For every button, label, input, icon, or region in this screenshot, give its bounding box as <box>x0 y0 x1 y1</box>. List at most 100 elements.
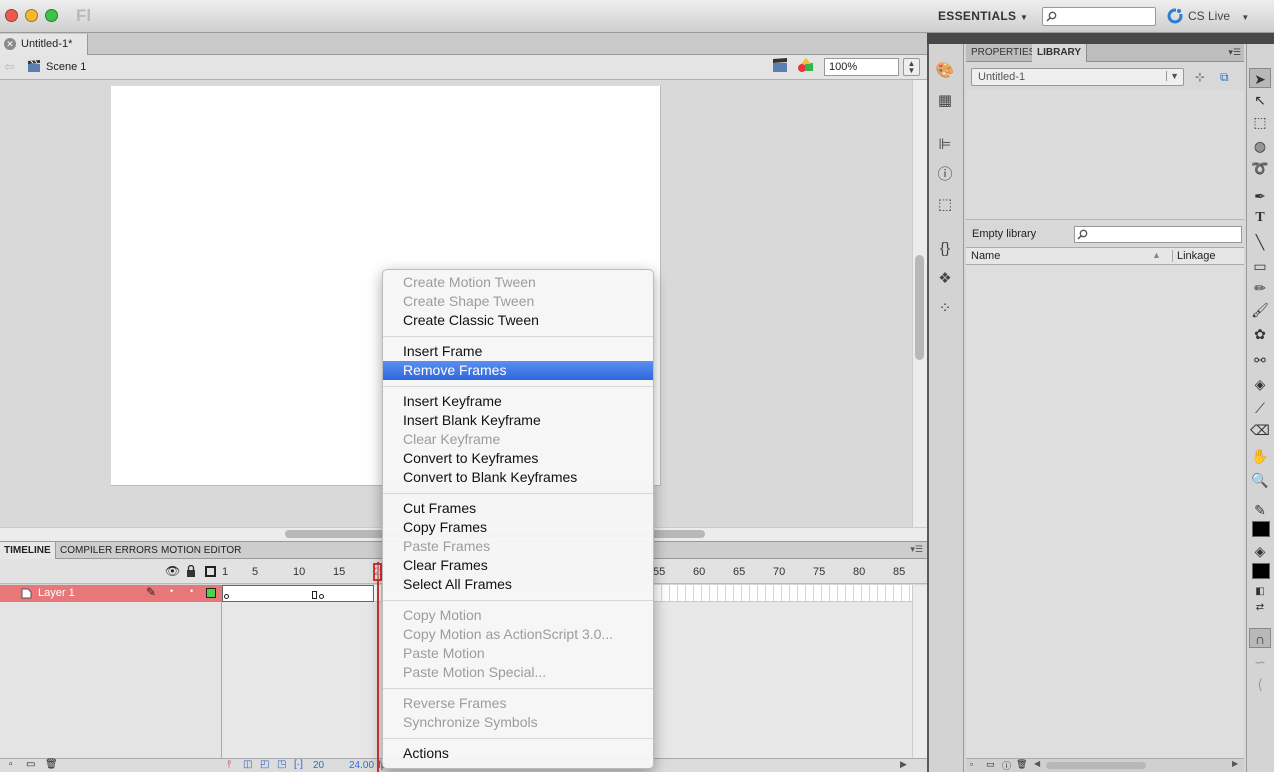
new-symbol-icon[interactable]: ▫ <box>970 759 973 769</box>
tab-properties[interactable]: PROPERTIES <box>966 44 1042 62</box>
menu-item-cut-frames[interactable]: Cut Frames <box>383 499 653 518</box>
minimize-window-button[interactable] <box>25 9 38 22</box>
menu-item-insert-frame[interactable]: Insert Frame <box>383 342 653 361</box>
menu-item-insert-keyframe[interactable]: Insert Keyframe <box>383 392 653 411</box>
zoom-tool-icon[interactable]: 🔍 <box>1249 470 1271 490</box>
scroll-right-icon[interactable]: ▶ <box>900 759 907 770</box>
swap-colors-icon[interactable]: ⇄ <box>1249 598 1271 618</box>
delete-icon[interactable]: 🗑 <box>45 759 58 770</box>
menu-item-create-classic-tween[interactable]: Create Classic Tween <box>383 311 653 330</box>
edit-multiple-frames-icon[interactable]: ◳ <box>277 759 286 770</box>
close-window-button[interactable] <box>5 9 18 22</box>
fill-color-swatch[interactable] <box>1252 563 1270 579</box>
zoom-stepper[interactable]: ▲ ▼ <box>903 58 920 76</box>
hand-tool-icon[interactable]: ✋ <box>1249 446 1271 466</box>
tab-library[interactable]: LIBRARY <box>1032 44 1088 62</box>
edit-symbols-icon[interactable] <box>797 57 815 73</box>
rectangle-tool-icon[interactable]: ▭ <box>1249 256 1271 276</box>
motion-presets-icon[interactable]: ⁘ <box>934 298 956 320</box>
scene-label[interactable]: Scene 1 <box>46 61 86 73</box>
free-transform-tool-icon[interactable]: ⬚ <box>1249 112 1271 132</box>
library-search[interactable] <box>1074 226 1242 243</box>
tab-motion-editor[interactable]: MOTION EDITOR <box>157 542 245 559</box>
frame-span[interactable] <box>222 585 374 602</box>
bone-tool-icon[interactable]: ⚯ <box>1249 350 1271 370</box>
menu-item-copy-frames[interactable]: Copy Frames <box>383 518 653 537</box>
line-tool-icon[interactable]: ╲ <box>1249 232 1271 252</box>
scroll-left-icon[interactable]: ◀ <box>1034 759 1040 768</box>
playhead-handle[interactable] <box>373 563 382 581</box>
workspace-switcher[interactable]: ESSENTIALS ▼ <box>938 9 1028 23</box>
center-frame-icon[interactable]: ⫯ <box>227 759 231 770</box>
help-search[interactable] <box>1042 7 1156 26</box>
pencil-tool-icon[interactable]: ✏ <box>1249 278 1271 298</box>
menu-item-insert-blank-keyframe[interactable]: Insert Blank Keyframe <box>383 411 653 430</box>
outline-icon[interactable] <box>205 566 216 577</box>
close-tab-icon[interactable]: ✕ <box>4 38 16 50</box>
pen-tool-icon[interactable]: ✒ <box>1249 186 1271 206</box>
cs-live-icon[interactable] <box>1166 7 1184 25</box>
timeline-vertical-scrollbar[interactable] <box>912 585 927 758</box>
frame-rate[interactable]: 24.00 <box>349 760 374 771</box>
panel-menu-icon[interactable]: ▾☰ <box>910 544 923 555</box>
panel-menu-icon[interactable]: ▾☰ <box>1228 47 1241 58</box>
playhead[interactable] <box>377 562 379 772</box>
menu-item-actions[interactable]: Actions <box>383 744 653 763</box>
zoom-window-button[interactable] <box>45 9 58 22</box>
lock-dot-icon[interactable]: • <box>190 586 193 596</box>
outline-color-icon[interactable] <box>206 588 216 598</box>
onion-skin-icon[interactable]: ◫ <box>243 759 252 770</box>
tab-timeline[interactable]: TIMELINE <box>0 542 56 559</box>
new-library-panel-icon[interactable]: ⧉ <box>1220 70 1229 85</box>
align-icon[interactable]: ⊫ <box>934 134 956 156</box>
modify-markers-icon[interactable]: [·] <box>294 759 303 770</box>
lock-icon[interactable] <box>186 565 196 577</box>
eyedropper-tool-icon[interactable]: ⟋ <box>1249 398 1271 418</box>
snap-to-objects-icon[interactable]: ∩ <box>1249 628 1271 648</box>
library-search-input[interactable] <box>1089 227 1239 242</box>
swatches-grid-icon[interactable]: ▦ <box>934 90 956 112</box>
new-layer-icon[interactable]: ▫ <box>9 759 13 770</box>
brush-tool-icon[interactable]: 🖌 <box>1249 300 1271 320</box>
zoom-field[interactable]: 100% <box>824 58 899 76</box>
subselection-tool-icon[interactable]: ↖ <box>1249 90 1271 110</box>
menu-item-convert-to-keyframes[interactable]: Convert to Keyframes <box>383 449 653 468</box>
document-tab[interactable]: ✕ Untitled-1* <box>0 34 88 55</box>
stroke-color-swatch[interactable] <box>1252 521 1270 537</box>
menu-item-convert-to-blank-keyframes[interactable]: Convert to Blank Keyframes <box>383 468 653 487</box>
cs-live-menu[interactable]: CS Live ▼ <box>1188 9 1249 23</box>
pencil-icon[interactable]: ✎ <box>146 585 156 599</box>
library-item-list[interactable] <box>966 265 1244 758</box>
lasso-tool-icon[interactable]: ➰ <box>1249 158 1271 178</box>
help-search-input[interactable] <box>1058 9 1153 24</box>
pin-library-icon[interactable]: ⊹ <box>1195 70 1205 84</box>
tab-compiler-errors[interactable]: COMPILER ERRORS <box>56 542 162 559</box>
new-folder-icon[interactable]: ▭ <box>26 759 35 770</box>
3d-rotation-tool-icon[interactable]: ◍ <box>1249 136 1271 156</box>
smooth-icon[interactable]: ∽ <box>1249 652 1271 672</box>
components-icon[interactable]: ❖ <box>934 268 956 290</box>
edit-scene-icon[interactable] <box>772 57 788 73</box>
stage-vertical-scroll-thumb[interactable] <box>915 255 924 360</box>
sort-ascending-icon[interactable]: ▲ <box>1152 250 1161 260</box>
menu-item-select-all-frames[interactable]: Select All Frames <box>383 575 653 594</box>
eraser-tool-icon[interactable]: ⌫ <box>1249 420 1271 440</box>
new-folder-icon[interactable]: ▭ <box>986 759 995 770</box>
menu-item-remove-frames[interactable]: Remove Frames <box>383 361 653 380</box>
layer-row[interactable]: Layer 1 ✎ • • <box>0 585 222 602</box>
column-linkage[interactable]: Linkage <box>1172 250 1216 262</box>
properties-icon[interactable]: ⓘ <box>1002 759 1011 772</box>
paint-bucket-tool-icon[interactable]: ◈ <box>1249 374 1271 394</box>
layers-area[interactable] <box>0 602 222 758</box>
menu-item-clear-frames[interactable]: Clear Frames <box>383 556 653 575</box>
library-document-select[interactable]: Untitled-1 ▼ <box>971 68 1184 86</box>
info-icon[interactable]: ⓘ <box>934 164 956 186</box>
color-palette-icon[interactable]: 🎨 <box>934 60 956 82</box>
column-name[interactable]: Name <box>971 250 1000 262</box>
selection-tool-icon[interactable]: ➤ <box>1249 68 1271 88</box>
visibility-dot-icon[interactable]: • <box>170 586 173 596</box>
library-horizontal-scroll-thumb[interactable] <box>1046 762 1146 769</box>
text-tool-icon[interactable]: T <box>1249 208 1271 228</box>
transform-icon[interactable]: ⬚ <box>934 194 956 216</box>
scroll-right-icon[interactable]: ▶ <box>1232 759 1238 768</box>
